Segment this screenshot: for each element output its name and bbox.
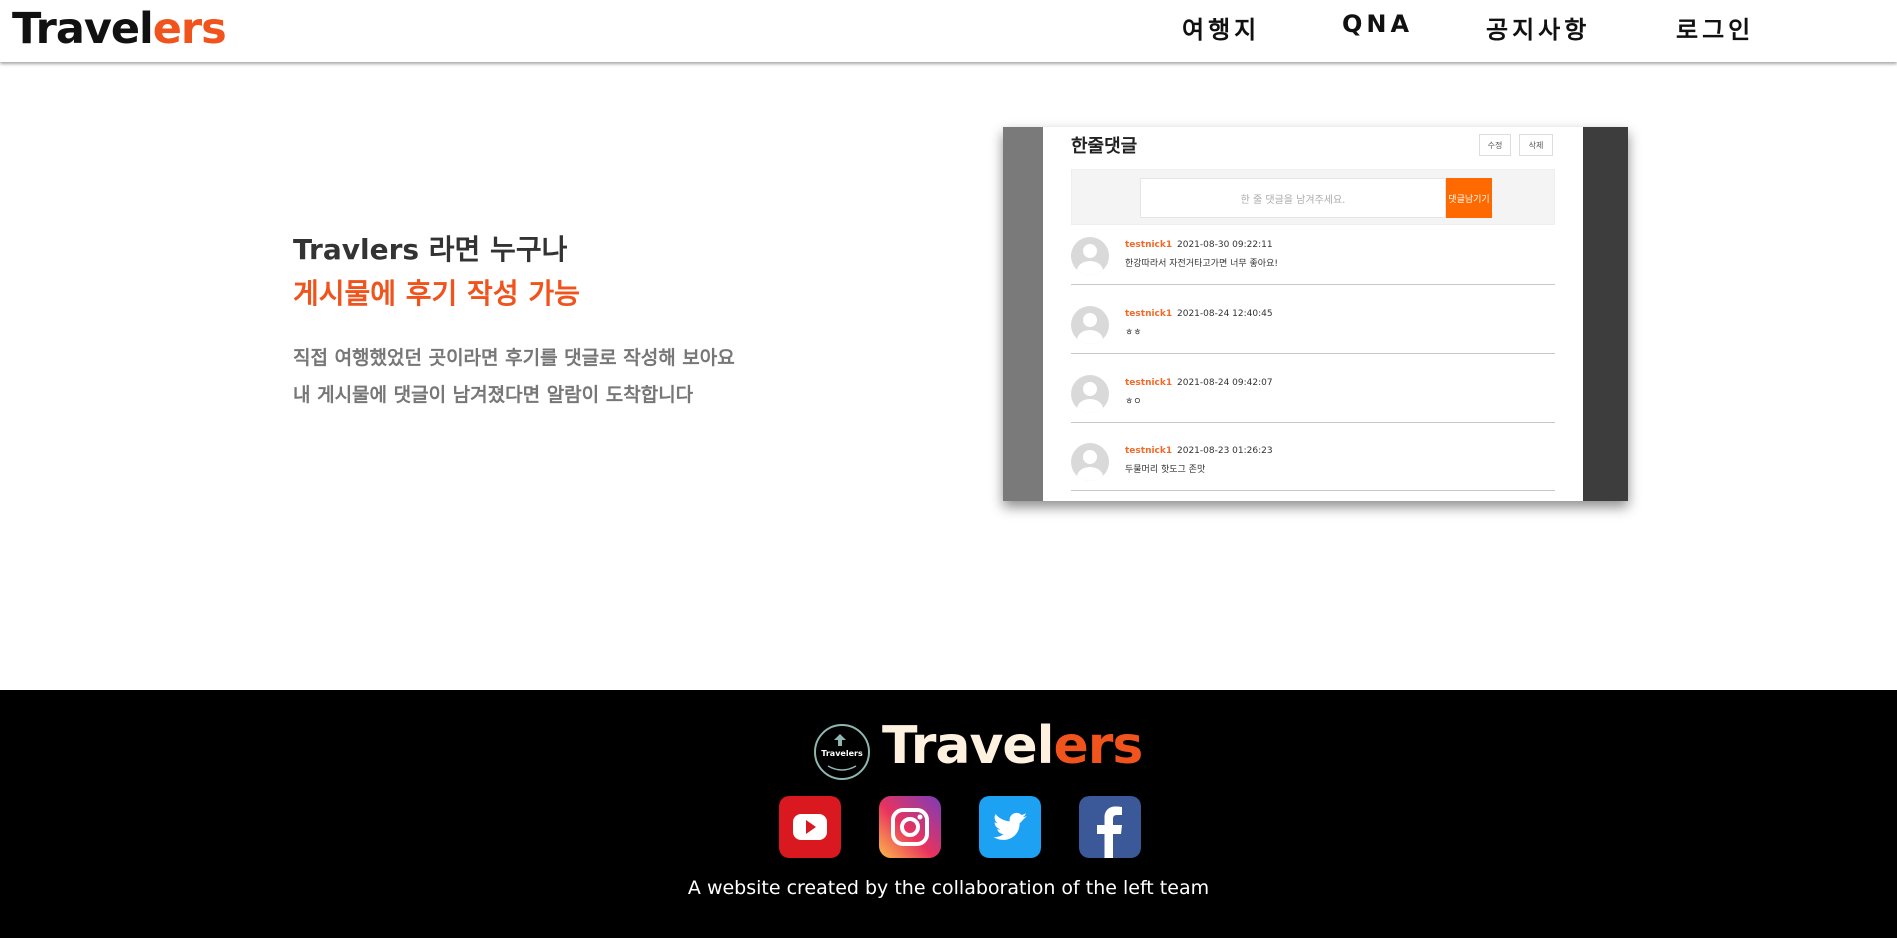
comment-date: 2021-08-30 09:22:11 bbox=[1177, 240, 1273, 250]
feature-desc-line1: 직접 여행했었던 곳이라면 후기를 댓글로 작성해 보아요 bbox=[293, 347, 735, 369]
preview-comment-form: 한 줄 댓글을 남겨주세요. 댓글남기기 bbox=[1071, 169, 1555, 225]
comment-text: 한강따라서 자전거타고가면 너무 좋아요! bbox=[1125, 259, 1278, 269]
nav-destinations[interactable]: 여행지 bbox=[1182, 10, 1260, 50]
comment-user: testnick1 bbox=[1125, 240, 1173, 250]
comment-text: ㅎㅎ bbox=[1125, 328, 1142, 338]
feature-title-line2: 게시물에 후기 작성 가능 bbox=[293, 277, 580, 310]
preview-right-shade bbox=[1583, 127, 1628, 501]
nav-notices[interactable]: 공지사항 bbox=[1486, 10, 1590, 50]
youtube-icon[interactable] bbox=[779, 796, 841, 858]
comment-date: 2021-08-24 09:42:07 bbox=[1177, 378, 1273, 388]
footer-logo-text: Travel bbox=[882, 716, 1054, 776]
footer-tagline: A website created by the collaboration o… bbox=[687, 877, 1210, 899]
logo-accent-text: ers bbox=[152, 4, 227, 54]
emblem-text: Travelers bbox=[821, 749, 863, 758]
site-footer: Travelers Travelers A website created by… bbox=[0, 690, 1897, 938]
comment-text: 두물머리 핫도그 존맛 bbox=[1125, 465, 1206, 475]
preview-comment: testnick1 2021-08-24 09:42:07 ㅎㅇ bbox=[1071, 367, 1555, 423]
feature-title-line1: Travlers 라면 누구나 bbox=[293, 233, 568, 266]
comment-user: testnick1 bbox=[1125, 446, 1173, 456]
feature-description: 직접 여행했었던 곳이라면 후기를 댓글로 작성해 보아요 내 게시물에 댓글이… bbox=[293, 340, 735, 414]
comment-text: ㅎㅇ bbox=[1125, 397, 1142, 407]
feature-title: Travlers 라면 누구나 게시물에 후기 작성 가능 bbox=[293, 228, 580, 316]
travelers-emblem-icon: Travelers bbox=[814, 724, 870, 780]
site-logo[interactable]: Travelers bbox=[12, 4, 227, 54]
preview-comment: testnick1 2021-08-23 01:26:23 두물머리 핫도그 존… bbox=[1071, 435, 1555, 491]
preview-left-shade bbox=[1003, 127, 1043, 501]
preview-comment: testnick1 2021-08-30 09:22:11 한강따라서 자전거타… bbox=[1071, 229, 1555, 285]
preview-submit-button: 댓글남기기 bbox=[1446, 178, 1492, 218]
comment-date: 2021-08-23 01:26:23 bbox=[1177, 446, 1273, 456]
feature-desc-line2: 내 게시물에 댓글이 남겨졌다면 알람이 도착합니다 bbox=[293, 384, 694, 406]
site-header: Travelers 여행지 QNA 공지사항 로그인 bbox=[0, 0, 1897, 62]
preview-edit-button: 수정 bbox=[1479, 134, 1511, 156]
footer-logo: Travelers bbox=[882, 716, 1143, 776]
preview-delete-button: 삭제 bbox=[1519, 134, 1553, 156]
preview-comment: testnick1 2021-08-24 12:40:45 ㅎㅎ bbox=[1071, 298, 1555, 354]
comment-user: testnick1 bbox=[1125, 309, 1173, 319]
avatar-icon bbox=[1071, 375, 1109, 413]
comment-user: testnick1 bbox=[1125, 378, 1173, 388]
avatar-icon bbox=[1071, 443, 1109, 481]
footer-logo-accent: ers bbox=[1053, 716, 1143, 776]
nav-qna[interactable]: QNA bbox=[1342, 10, 1413, 50]
preview-title: 한줄댓글 bbox=[1071, 136, 1138, 157]
logo-text: Travel bbox=[12, 4, 154, 54]
preview-comment-input: 한 줄 댓글을 남겨주세요. bbox=[1140, 178, 1446, 218]
twitter-icon[interactable] bbox=[979, 796, 1041, 858]
avatar-icon bbox=[1071, 237, 1109, 275]
comment-date: 2021-08-24 12:40:45 bbox=[1177, 309, 1273, 319]
nav-login[interactable]: 로그인 bbox=[1676, 10, 1754, 50]
instagram-icon[interactable] bbox=[879, 796, 941, 858]
comment-preview-image: 한줄댓글 수정 삭제 한 줄 댓글을 남겨주세요. 댓글남기기 testnick… bbox=[1003, 127, 1628, 501]
avatar-icon bbox=[1071, 306, 1109, 344]
facebook-icon[interactable] bbox=[1079, 796, 1141, 858]
